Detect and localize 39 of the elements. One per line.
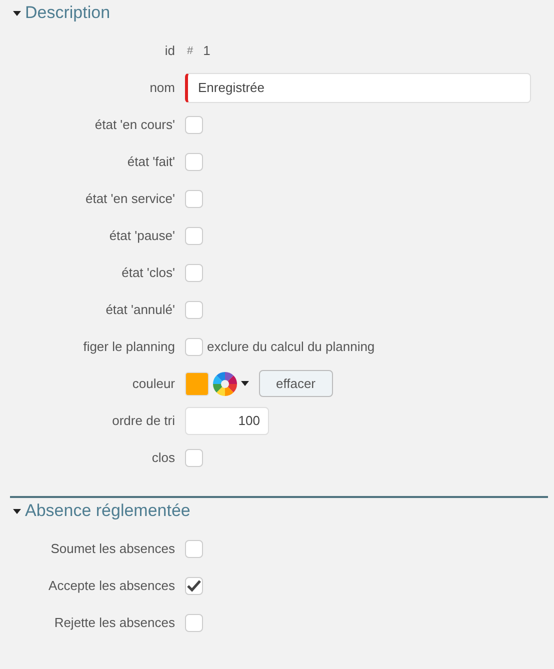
id-value: 1 xyxy=(203,43,210,58)
clear-button[interactable]: effacer xyxy=(259,370,333,397)
field-label: Soumet les absences xyxy=(50,541,176,556)
field-label: état 'en cours' xyxy=(94,117,176,132)
field-label: état 'clos' xyxy=(120,265,176,280)
color-wheel-icon[interactable] xyxy=(213,372,237,396)
field-label: ordre de tri xyxy=(111,413,176,428)
field-label: couleur xyxy=(131,376,176,391)
field-label: état 'pause' xyxy=(108,228,176,243)
checkbox[interactable] xyxy=(185,540,203,558)
name-field[interactable]: Enregistrée xyxy=(185,72,531,102)
checkbox[interactable] xyxy=(185,300,203,318)
field-label: clos xyxy=(150,450,176,465)
field-label: Rejette les absences xyxy=(53,615,176,630)
field-label: état 'fait' xyxy=(126,154,176,169)
section-title[interactable]: Absence réglementée xyxy=(25,501,190,521)
field-label: figer le planning xyxy=(82,339,176,354)
checkbox[interactable] xyxy=(185,338,203,356)
checkbox[interactable] xyxy=(185,152,203,170)
field-label: état 'en service' xyxy=(84,191,176,206)
color-swatch[interactable] xyxy=(185,372,209,396)
sort-order-field[interactable]: 100 xyxy=(185,406,269,434)
field-label: id xyxy=(164,43,176,58)
caret-icon[interactable] xyxy=(241,381,249,386)
checkbox[interactable] xyxy=(185,116,203,134)
checkbox[interactable] xyxy=(185,190,203,208)
hash-sign: # xyxy=(187,44,194,56)
checkbox-caption: exclure du calcul du planning xyxy=(207,339,375,354)
section-title[interactable]: Description xyxy=(25,3,110,23)
field-label: nom xyxy=(148,80,176,95)
checkbox[interactable] xyxy=(185,226,203,244)
collapse-icon[interactable] xyxy=(13,10,21,16)
field-label: Accepte les absences xyxy=(48,578,176,593)
field-label: état 'annulé' xyxy=(104,302,176,317)
checkbox[interactable] xyxy=(185,448,203,466)
collapse-icon[interactable] xyxy=(13,508,21,514)
checkbox[interactable] xyxy=(185,614,203,632)
checkbox[interactable] xyxy=(185,264,203,282)
checkbox[interactable] xyxy=(185,576,203,594)
